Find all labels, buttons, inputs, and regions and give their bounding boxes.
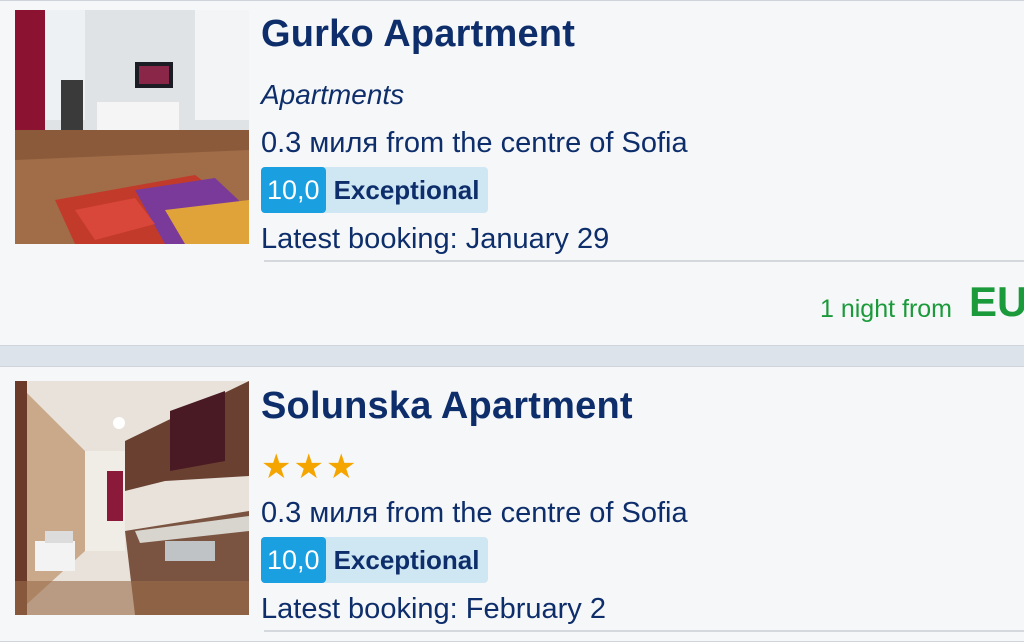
hotel-name[interactable]: Gurko Apartment xyxy=(261,13,575,56)
divider xyxy=(264,630,1024,632)
latest-booking: Latest booking: January 29 xyxy=(261,223,610,255)
property-type: Apartments xyxy=(261,79,405,110)
hotel-name[interactable]: Solunska Apartment xyxy=(261,385,633,428)
kitchen-photo xyxy=(15,381,249,615)
review-score-word: Exceptional xyxy=(333,544,480,575)
review-score-word: Exceptional xyxy=(333,174,480,205)
review-score-badge: 10,0 Exceptional xyxy=(261,167,488,213)
living-room-photo xyxy=(15,10,249,244)
distance-text: 0.3 миля from the centre of Sofia xyxy=(261,127,688,159)
review-score: 10,0 xyxy=(261,167,326,213)
price-value: EU xyxy=(969,278,1024,325)
listing-card-solunska[interactable]: Solunska Apartment ★★★ 0.3 миля from the… xyxy=(0,366,1024,642)
price-label: 1 night from xyxy=(820,295,953,323)
hotel-photo[interactable] xyxy=(15,381,249,615)
listing-card-gurko[interactable]: Gurko Apartment Apartments 0.3 миля from… xyxy=(0,0,1024,346)
divider xyxy=(264,260,1024,262)
distance-text: 0.3 миля from the centre of Sofia xyxy=(261,497,688,529)
review-score: 10,0 xyxy=(261,537,326,583)
star-rating: ★★★ xyxy=(261,448,359,486)
review-score-badge: 10,0 Exceptional xyxy=(261,537,488,583)
hotel-photo[interactable] xyxy=(15,10,249,244)
latest-booking: Latest booking: February 2 xyxy=(261,593,606,625)
